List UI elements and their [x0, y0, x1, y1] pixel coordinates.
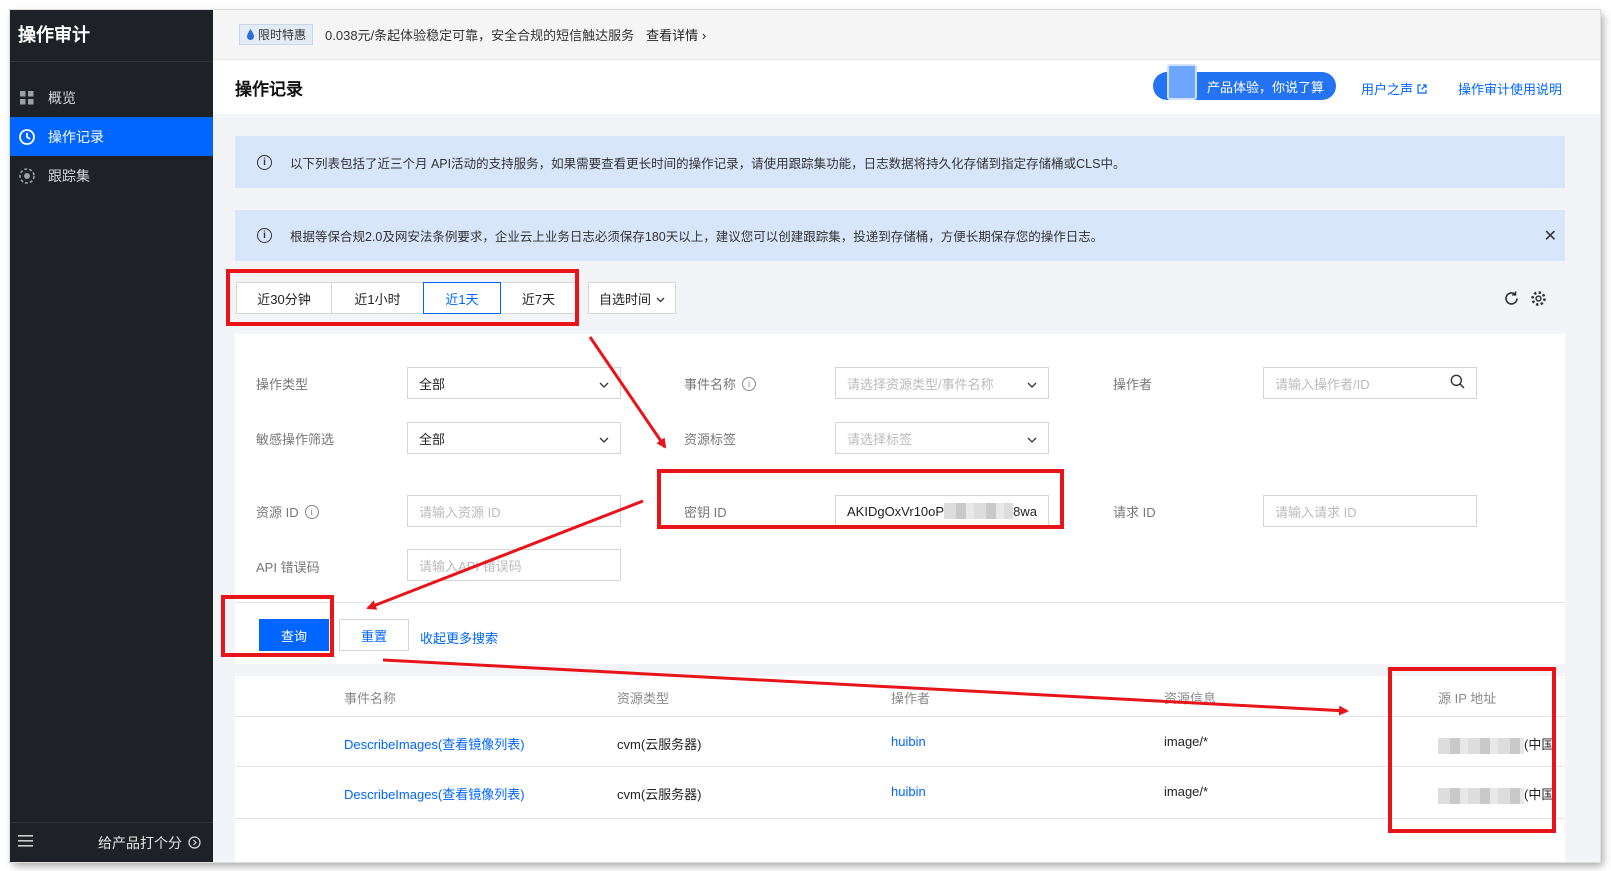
- toolbar-icons: [1503, 290, 1547, 310]
- chevron-down-icon: [1027, 376, 1037, 391]
- target-icon: [18, 167, 36, 185]
- sidebar-item-overview[interactable]: 概览: [10, 78, 213, 117]
- api-error-input[interactable]: 请输入API 错误码: [407, 549, 621, 581]
- operator-link[interactable]: huibin: [891, 784, 926, 799]
- app-title: 操作审计: [10, 10, 213, 62]
- resource-tag-label: 资源标签: [684, 432, 737, 447]
- chevron-down-icon: [656, 291, 665, 306]
- refresh-icon[interactable]: [1503, 290, 1520, 310]
- rate-product-link[interactable]: 给产品打个分: [98, 833, 201, 853]
- info-alert-compliance: i 根据等保合规2.0及网安法条例要求，企业云上业务日志必须保存180天以上，建…: [235, 210, 1565, 261]
- op-type-select[interactable]: 全部: [407, 367, 621, 399]
- chevron-right-icon: ›: [701, 28, 707, 43]
- operator-input[interactable]: 请输入操作者/ID: [1263, 367, 1477, 399]
- column-header[interactable]: 操作者: [891, 688, 930, 707]
- alert-text: 以下列表包括了近三个月 API活动的支持服务，如果需要查看更长时间的操作记录，请…: [290, 156, 1126, 171]
- resource-type-cell: cvm(云服务器): [617, 737, 702, 752]
- page-header: 操作记录 产品体验，你说了算 用户之声 操作审计使用说明: [213, 60, 1600, 114]
- resource-info-cell: image/*: [1164, 734, 1209, 749]
- reset-button[interactable]: 重置: [339, 619, 409, 651]
- page-title: 操作记录: [235, 79, 303, 99]
- divider: [235, 818, 1565, 819]
- event-link[interactable]: DescribeImages(查看镜像列表): [344, 734, 525, 753]
- info-icon[interactable]: i: [304, 504, 319, 519]
- close-icon[interactable]: ✕: [1544, 226, 1557, 246]
- annotation-box-query: [221, 595, 334, 657]
- sidebar-item-records[interactable]: 操作记录: [10, 117, 213, 156]
- user-voice-link[interactable]: 用户之声: [1361, 79, 1427, 98]
- menu-icon[interactable]: [18, 834, 34, 851]
- gear-icon[interactable]: [1530, 290, 1547, 310]
- column-header[interactable]: 资源类型: [617, 688, 669, 707]
- app-window: 操作审计 概览 操作记录 跟踪集 给产品打个分 限时特惠 0.038元/条起体验…: [10, 10, 1600, 862]
- custom-time-select[interactable]: 自选时间: [588, 282, 676, 314]
- request-id-label: 请求 ID: [1113, 505, 1156, 520]
- promo-banner: 限时特惠 0.038元/条起体验稳定可靠，安全合规的短信触达服务 查看详情 ›: [213, 10, 1600, 60]
- external-link-icon: [1417, 83, 1427, 94]
- promo-badge: 限时特惠: [239, 24, 314, 45]
- annotation-box-source-ip: [1388, 667, 1556, 833]
- sidebar-item-trails[interactable]: 跟踪集: [10, 156, 213, 195]
- document-icon: [1167, 64, 1197, 100]
- sidebar-item-label: 概览: [48, 89, 76, 106]
- sensitive-label: 敏感操作筛选: [256, 432, 335, 447]
- info-icon[interactable]: i: [742, 376, 757, 391]
- divider: [235, 602, 1565, 603]
- search-icon[interactable]: [1450, 374, 1465, 392]
- column-header[interactable]: 资源信息: [1164, 688, 1216, 707]
- annotation-box-time-tabs: [226, 269, 579, 326]
- tab-1-day[interactable]: 近1天: [423, 282, 501, 314]
- divider: [235, 766, 1565, 767]
- operator-link[interactable]: huibin: [891, 734, 926, 749]
- resource-tag-select[interactable]: 请选择标签: [835, 422, 1049, 454]
- request-id-input[interactable]: 请输入请求 ID: [1263, 495, 1477, 527]
- op-type-label: 操作类型: [256, 377, 309, 392]
- chevron-down-icon: [599, 431, 609, 446]
- info-icon: i: [257, 154, 272, 170]
- feedback-button[interactable]: 产品体验，你说了算: [1153, 64, 1336, 100]
- manual-link[interactable]: 操作审计使用说明: [1458, 79, 1562, 98]
- grid-icon: [18, 89, 36, 107]
- resource-type-cell: cvm(云服务器): [617, 787, 702, 802]
- api-error-label: API 错误码: [256, 560, 320, 575]
- event-name-label: 事件名称 i: [684, 374, 757, 393]
- resource-info-cell: image/*: [1164, 784, 1209, 799]
- operator-label: 操作者: [1113, 377, 1153, 392]
- resource-id-label: 资源 ID i: [256, 502, 319, 521]
- column-header[interactable]: 事件名称: [344, 688, 396, 707]
- resource-id-input[interactable]: 请输入资源 ID: [407, 495, 621, 527]
- sidebar: 操作审计 概览 操作记录 跟踪集 给产品打个分: [10, 10, 213, 862]
- sensitive-select[interactable]: 全部: [407, 422, 621, 454]
- sidebar-item-label: 操作记录: [48, 128, 104, 145]
- divider: [235, 716, 1565, 717]
- sidebar-footer: 给产品打个分: [10, 822, 213, 862]
- alert-text: 根据等保合规2.0及网安法条例要求，企业云上业务日志必须保存180天以上，建议您…: [290, 230, 1104, 244]
- records-table: 事件名称 资源类型 操作者 资源信息 源 IP 地址 DescribeImage…: [235, 676, 1565, 862]
- collapse-search-link[interactable]: 收起更多搜索: [420, 628, 498, 647]
- info-alert-retention: i 以下列表包括了近三个月 API活动的支持服务，如果需要查看更长时间的操作记录…: [235, 136, 1565, 188]
- event-name-select[interactable]: 请选择资源类型/事件名称: [835, 367, 1049, 399]
- chevron-down-icon: [1027, 431, 1037, 446]
- chevron-down-icon: [599, 376, 609, 391]
- annotation-box-secret-id: [657, 469, 1064, 529]
- info-icon: i: [257, 228, 272, 243]
- arrow-circle-icon: [188, 836, 201, 849]
- promo-detail-link[interactable]: 查看详情 ›: [646, 25, 706, 44]
- promo-text: 0.038元/条起体验稳定可靠，安全合规的短信触达服务: [325, 28, 635, 43]
- sidebar-item-label: 跟踪集: [48, 167, 90, 184]
- drop-icon: [247, 29, 254, 40]
- event-link[interactable]: DescribeImages(查看镜像列表): [344, 784, 525, 803]
- history-icon: [18, 128, 36, 146]
